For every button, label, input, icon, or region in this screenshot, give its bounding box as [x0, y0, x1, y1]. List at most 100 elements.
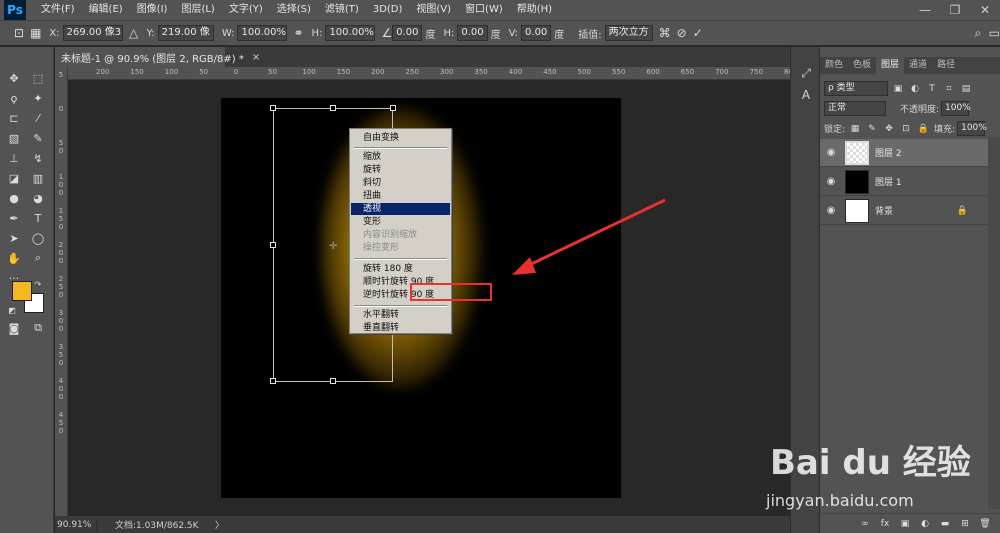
- lock-position-icon[interactable]: ✥: [882, 122, 896, 136]
- layer-row[interactable]: ◉ 图层 1: [820, 168, 988, 196]
- x-input[interactable]: 269.00 像3: [62, 25, 123, 41]
- transform-handle-l[interactable]: [270, 242, 276, 248]
- brush-tool-icon[interactable]: ✎: [28, 129, 48, 147]
- pen-tool-icon[interactable]: ✒: [4, 209, 24, 227]
- menu-item-distort[interactable]: 扭曲: [351, 190, 450, 202]
- fill-input[interactable]: 100%: [957, 121, 987, 136]
- y-input[interactable]: 219.00 像: [157, 25, 214, 41]
- filter-pixel-icon[interactable]: ▣: [891, 82, 905, 96]
- opacity-input[interactable]: 100%: [941, 101, 971, 116]
- search-icon[interactable]: ⌕: [973, 24, 983, 42]
- move-tool-icon[interactable]: ✥: [4, 69, 24, 87]
- type-tool-icon[interactable]: T: [28, 209, 48, 227]
- magic-wand-tool-icon[interactable]: ✦: [28, 89, 48, 107]
- menu-item-flip-vertical[interactable]: 垂直翻转: [351, 322, 450, 334]
- tab-color[interactable]: 颜色: [820, 57, 848, 74]
- document-tab[interactable]: 未标题-1 @ 90.9% (图层 2, RGB/8#) * ×: [55, 47, 260, 67]
- menu-3d[interactable]: 3D(D): [366, 0, 410, 20]
- eye-icon[interactable]: ◉: [820, 147, 842, 158]
- properties-panel-icon[interactable]: A: [798, 87, 814, 103]
- lock-transparent-icon[interactable]: ▦: [848, 122, 862, 136]
- layers-scrollbar[interactable]: [988, 137, 1000, 509]
- maximize-button[interactable]: ❐: [940, 0, 970, 20]
- filter-type-icon[interactable]: T: [925, 82, 939, 96]
- lock-image-icon[interactable]: ✎: [865, 122, 879, 136]
- menu-item-rotate[interactable]: 旋转: [351, 164, 450, 176]
- vskew-input[interactable]: 0.00: [521, 25, 552, 41]
- close-window-button[interactable]: ✕: [970, 0, 1000, 20]
- eraser-tool-icon[interactable]: ◪: [4, 169, 24, 187]
- tab-channels[interactable]: 通道: [904, 57, 932, 74]
- menu-item-flip-horizontal[interactable]: 水平翻转: [351, 309, 450, 321]
- default-colors-icon[interactable]: ◩: [2, 301, 22, 319]
- menu-item-skew[interactable]: 斜切: [351, 177, 450, 189]
- filter-adjustment-icon[interactable]: ◐: [908, 82, 922, 96]
- warp-mode-icon[interactable]: ⌘: [659, 24, 671, 42]
- transform-handle-b[interactable]: [330, 378, 336, 384]
- menu-window[interactable]: 窗口(W): [458, 0, 510, 20]
- menu-view[interactable]: 视图(V): [409, 0, 458, 20]
- status-more-icon[interactable]: 〉: [215, 518, 224, 531]
- menu-file[interactable]: 文件(F): [34, 0, 82, 20]
- layer-row[interactable]: ◉ 图层 2: [820, 139, 988, 167]
- transform-handle-tr[interactable]: [390, 105, 396, 111]
- commit-transform-icon[interactable]: ✓: [693, 24, 703, 42]
- filter-shape-icon[interactable]: ⌗: [942, 82, 956, 96]
- healing-brush-tool-icon[interactable]: ▧: [4, 129, 24, 147]
- history-brush-tool-icon[interactable]: ↯: [28, 149, 48, 167]
- transform-handle-bl[interactable]: [270, 378, 276, 384]
- crop-tool-icon[interactable]: ⊏: [4, 109, 24, 127]
- menu-layer[interactable]: 图层(L): [174, 0, 221, 20]
- menu-edit[interactable]: 编辑(E): [82, 0, 130, 20]
- ellipse-tool-icon[interactable]: ◯: [28, 229, 48, 247]
- layer-row[interactable]: ◉ 背景 🔒: [820, 197, 988, 225]
- h-input[interactable]: 100.00%: [325, 25, 376, 41]
- layer-filter-select[interactable]: ρ 类型: [824, 81, 888, 96]
- history-panel-icon[interactable]: ⤢: [798, 65, 814, 81]
- transform-tool-icon[interactable]: ⊡: [14, 24, 24, 42]
- reference-point-icon[interactable]: ▦: [30, 24, 41, 42]
- close-tab-icon[interactable]: ×: [252, 52, 260, 63]
- interpolation-select[interactable]: 两次立方: [604, 25, 653, 41]
- tab-layers[interactable]: 图层: [876, 57, 905, 74]
- path-select-tool-icon[interactable]: ➤: [4, 229, 24, 247]
- hand-tool-icon[interactable]: ✋: [4, 249, 24, 267]
- lock-artboard-icon[interactable]: ⊡: [899, 122, 913, 136]
- eye-icon[interactable]: ◉: [820, 205, 842, 216]
- menu-item-scale[interactable]: 缩放: [351, 151, 450, 163]
- zoom-level[interactable]: 90.91%: [55, 519, 97, 530]
- transform-handle-t[interactable]: [330, 105, 336, 111]
- menu-select[interactable]: 选择(S): [270, 0, 318, 20]
- menu-item-rotate-180[interactable]: 旋转 180 度: [351, 263, 450, 275]
- link-ratio-icon[interactable]: ⚭: [293, 24, 303, 42]
- gradient-tool-icon[interactable]: ▥: [28, 169, 48, 187]
- menu-help[interactable]: 帮助(H): [510, 0, 559, 20]
- eye-icon[interactable]: ◉: [820, 176, 842, 187]
- tab-paths[interactable]: 路径: [932, 57, 960, 74]
- marquee-tool-icon[interactable]: ⬚: [28, 69, 48, 87]
- screen-mode-icon[interactable]: ⧉: [28, 319, 48, 337]
- minimize-button[interactable]: —: [910, 0, 940, 20]
- menu-filter[interactable]: 滤镜(T): [318, 0, 366, 20]
- hskew-input[interactable]: 0.00: [457, 25, 488, 41]
- workspace-icon[interactable]: ▭: [989, 24, 1000, 42]
- blend-mode-select[interactable]: 正常: [824, 101, 886, 116]
- transform-handle-tl[interactable]: [270, 105, 276, 111]
- clone-stamp-tool-icon[interactable]: ⊥: [4, 149, 24, 167]
- pivot-point-icon[interactable]: ✛: [329, 241, 337, 252]
- menu-type[interactable]: 文字(Y): [222, 0, 270, 20]
- menu-item-warp[interactable]: 变形: [351, 216, 450, 228]
- lock-all-icon[interactable]: 🔒: [916, 122, 930, 136]
- relative-position-icon[interactable]: △: [129, 24, 139, 42]
- zoom-tool-icon[interactable]: ⌕: [28, 249, 48, 267]
- foreground-color-swatch[interactable]: [12, 281, 32, 301]
- menu-item-perspective[interactable]: 透视: [351, 203, 450, 215]
- w-input[interactable]: 100.00%: [237, 25, 288, 41]
- angle-input[interactable]: 0.00: [392, 25, 423, 41]
- menu-image[interactable]: 图像(I): [130, 0, 175, 20]
- cancel-transform-icon[interactable]: ⊘: [677, 24, 687, 42]
- tab-swatches[interactable]: 色板: [848, 57, 876, 74]
- eyedropper-tool-icon[interactable]: ⁄: [28, 109, 48, 127]
- dodge-tool-icon[interactable]: ◕: [28, 189, 48, 207]
- filter-smart-icon[interactable]: ▤: [959, 82, 973, 96]
